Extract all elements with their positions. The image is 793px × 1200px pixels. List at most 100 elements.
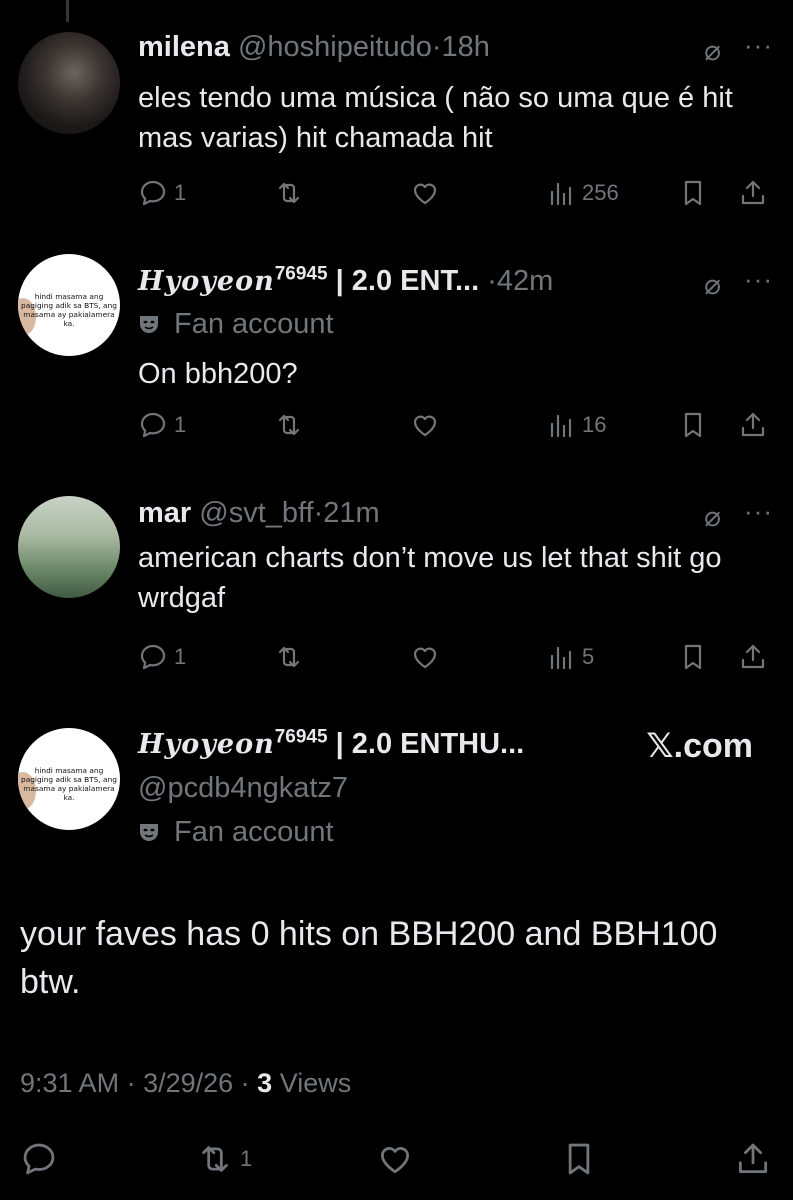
heart-icon — [413, 415, 437, 437]
reply-icon — [140, 644, 166, 670]
reply-button[interactable]: 1 — [138, 410, 186, 440]
share-button[interactable] — [738, 642, 768, 672]
share-icon — [741, 644, 765, 669]
display-name[interactable]: Hyoyeon — [138, 266, 275, 297]
display-name-suffix[interactable]: | 2.0 ENT... — [336, 265, 480, 297]
avatar-text: hindi masama ang pagiging adik sa BTS, a… — [21, 292, 117, 328]
bookmark-icon — [684, 644, 702, 670]
x-com-watermark: 𝕏.com — [646, 727, 753, 765]
analytics-icon — [550, 182, 572, 206]
avatar[interactable] — [18, 496, 120, 598]
analytics-icon — [550, 414, 572, 438]
views-button[interactable]: 5 — [546, 642, 594, 672]
bookmark-icon — [568, 1143, 590, 1175]
bookmark-button[interactable] — [678, 178, 708, 208]
repost-button[interactable] — [274, 178, 304, 208]
views-count: 3 — [257, 1068, 273, 1098]
views-button[interactable]: 256 — [546, 178, 619, 208]
share-button[interactable] — [738, 178, 768, 208]
tweet-header: milena @hoshipeitudo·18h — [138, 30, 490, 64]
fan-account-label: Fan account — [138, 308, 334, 341]
heart-icon — [413, 183, 437, 205]
mask-icon — [140, 316, 158, 333]
handle[interactable]: @pcdb4ngkatz7 — [138, 772, 348, 805]
timestamp[interactable]: 18h — [442, 31, 490, 63]
bookmark-button[interactable] — [560, 1140, 598, 1178]
repost-button[interactable]: 1 — [196, 1140, 252, 1178]
separator: · — [431, 31, 442, 63]
grok-icon[interactable]: ⌀ — [704, 268, 721, 301]
main-tweet-text: your faves has 0 hits on BBH200 and BBH1… — [20, 915, 718, 1001]
repost-icon — [278, 646, 300, 668]
views-button[interactable]: 16 — [546, 410, 606, 440]
repost-button[interactable] — [274, 642, 304, 672]
reply-button[interactable] — [20, 1140, 58, 1178]
main-tweet: hindi masama ang pagiging adik sa BTS, a… — [0, 727, 793, 1198]
reply-count: 1 — [174, 180, 187, 205]
like-button[interactable] — [410, 642, 440, 672]
more-icon[interactable]: ··· — [744, 264, 773, 295]
share-button[interactable] — [738, 410, 768, 440]
view-count: 5 — [582, 644, 595, 669]
heart-icon — [413, 647, 437, 669]
tweet-text: eles tendo uma música ( não so uma que é… — [138, 82, 733, 154]
tweet-text: american charts don’t move us let that s… — [138, 542, 722, 614]
reply-icon — [140, 412, 166, 438]
reply-icon — [140, 180, 166, 206]
display-name-superscript: 76945 — [274, 263, 328, 285]
display-name[interactable]: Hyoyeon — [138, 729, 275, 760]
repost-icon — [278, 182, 300, 204]
display-name-suffix[interactable]: | 2.0 ENTHU... — [336, 728, 525, 760]
avatar[interactable]: hindi masama ang pagiging adik sa BTS, a… — [18, 254, 120, 356]
reply-icon — [23, 1143, 55, 1175]
timestamp[interactable]: 21m — [323, 497, 379, 529]
like-button[interactable] — [410, 410, 440, 440]
like-button[interactable] — [376, 1140, 414, 1178]
repost-count: 1 — [240, 1146, 253, 1171]
avatar-text: hindi masama ang pagiging adik sa BTS, a… — [21, 766, 117, 802]
fan-account-text: Fan account — [174, 308, 334, 340]
share-button[interactable] — [734, 1140, 772, 1178]
fan-account-label: Fan account — [138, 816, 334, 849]
timestamp[interactable]: 42m — [497, 265, 553, 297]
reply-count: 1 — [174, 644, 187, 669]
reply-button[interactable]: 1 — [138, 178, 186, 208]
display-name[interactable]: mar — [138, 497, 191, 529]
tweet-text: On bbh200? — [138, 358, 298, 390]
grok-icon[interactable]: ⌀ — [704, 500, 721, 533]
tweet-reply-2[interactable]: hindi masama ang pagiging adik sa BTS, a… — [0, 254, 793, 454]
main-author[interactable]: Hyoyeon76945 | 2.0 ENTHU... — [138, 727, 525, 761]
tweet-reply-1[interactable]: milena @hoshipeitudo·18h ⌀ ··· eles tend… — [0, 30, 793, 230]
repost-icon — [202, 1146, 228, 1172]
analytics-icon — [550, 646, 572, 670]
avatar[interactable]: hindi masama ang pagiging adik sa BTS, a… — [18, 728, 120, 830]
share-icon — [741, 180, 765, 205]
bookmark-button[interactable] — [678, 642, 708, 672]
views-label: Views — [279, 1068, 352, 1098]
handle[interactable]: @svt_bff — [199, 497, 313, 529]
bookmark-icon — [684, 180, 702, 206]
like-button[interactable] — [410, 178, 440, 208]
bookmark-button[interactable] — [678, 410, 708, 440]
handle[interactable]: @hoshipeitudo — [238, 31, 432, 63]
repost-button[interactable] — [274, 410, 304, 440]
more-icon[interactable]: ··· — [744, 30, 773, 61]
main-action-bar: 1 — [0, 1140, 793, 1180]
action-bar: 1 16 — [138, 410, 773, 444]
action-bar: 1 5 — [138, 642, 773, 676]
tweet-header: mar @svt_bff·21m — [138, 496, 380, 530]
display-name[interactable]: milena — [138, 31, 230, 63]
tweet-date[interactable]: 3/29/26 — [143, 1068, 233, 1098]
fan-account-text: Fan account — [174, 816, 334, 848]
more-icon[interactable]: ··· — [744, 496, 773, 527]
tweet-time[interactable]: 9:31 AM — [20, 1068, 119, 1098]
action-bar: 1 256 — [138, 178, 773, 212]
tweet-reply-3[interactable]: mar @svt_bff·21m ⌀ ··· american charts d… — [0, 494, 793, 694]
grok-icon[interactable]: ⌀ — [704, 34, 721, 67]
heart-icon — [380, 1147, 410, 1174]
avatar[interactable] — [18, 32, 120, 134]
share-icon — [738, 1143, 768, 1174]
view-count: 256 — [582, 180, 619, 205]
repost-icon — [278, 414, 300, 436]
reply-button[interactable]: 1 — [138, 642, 186, 672]
